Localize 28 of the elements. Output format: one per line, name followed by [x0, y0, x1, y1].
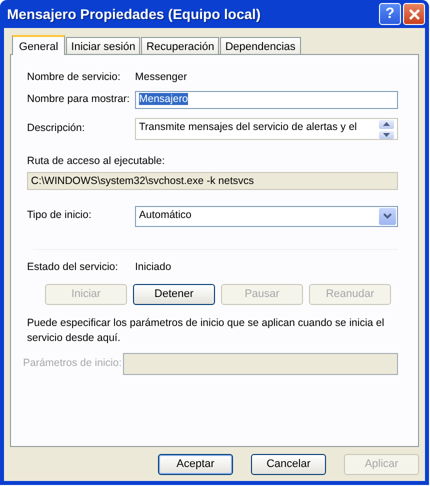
- field-label: Ruta de acceso al ejecutable:: [27, 155, 165, 167]
- field-label: Estado del servicio:: [27, 260, 120, 275]
- scroll-down-icon[interactable]: [379, 130, 394, 139]
- service-name-value: Messenger: [135, 70, 187, 86]
- display-name-field[interactable]: Mensajero: [135, 91, 398, 109]
- hint-text: Puede especificar los parámetros de inicio que se aplican cuando se inicia el servicio desde aquí.: [27, 316, 386, 346]
- service-button[interactable]: Detener: [133, 284, 215, 304]
- tab[interactable]: Recuperación: [141, 37, 220, 54]
- field-label: Nombre para mostrar:: [27, 92, 131, 108]
- field-label: Parámetros de inicio:: [23, 356, 123, 371]
- field-label: Tipo de inicio:: [27, 208, 92, 224]
- window-title: Mensajero Propiedades (Equipo local): [7, 4, 261, 24]
- tab[interactable]: Dependencias: [220, 37, 301, 54]
- service-status-value: Iniciado: [135, 260, 172, 275]
- startup-type-dropdown[interactable]: Automático: [135, 206, 398, 227]
- close-icon: [408, 8, 420, 20]
- executable-path-field: C:\WINDOWS\system32\svchost.exe -k netsvcs: [27, 172, 398, 190]
- field-label: Nombre de servicio:: [27, 70, 122, 86]
- description-field[interactable]: Transmite mensajes del servicio de alertas y el: [135, 118, 398, 140]
- tab[interactable]: General: [12, 35, 66, 55]
- close-button[interactable]: [403, 3, 425, 25]
- dialog-button[interactable]: Aceptar: [158, 454, 233, 475]
- help-button[interactable]: ?: [379, 3, 401, 25]
- field-text: Mensajero: [139, 93, 188, 105]
- dialog-button[interactable]: Cancelar: [251, 454, 326, 475]
- field-label: Descripción:: [27, 121, 86, 136]
- tab[interactable]: Iniciar sesión: [66, 37, 140, 54]
- scroll-up-icon[interactable]: [379, 120, 394, 128]
